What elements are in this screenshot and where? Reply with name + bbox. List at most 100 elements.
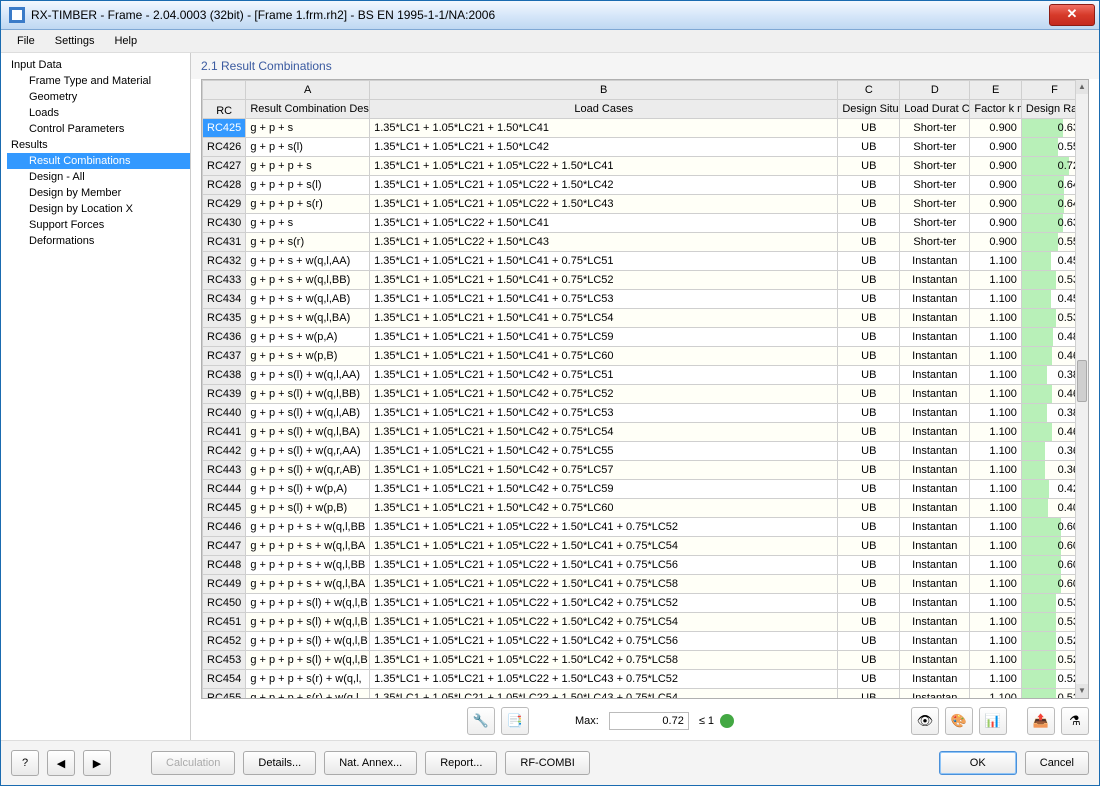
ldc-cell[interactable]: Instantan: [900, 461, 970, 480]
ldc-cell[interactable]: Instantan: [900, 252, 970, 271]
sit-cell[interactable]: UB: [838, 119, 900, 138]
ldc-cell[interactable]: Instantan: [900, 613, 970, 632]
ldc-cell[interactable]: Instantan: [900, 632, 970, 651]
nat-annex-button[interactable]: Nat. Annex...: [324, 751, 417, 775]
table-row[interactable]: RC433g + p + s + w(q,l,BB)1.35*LC1 + 1.0…: [203, 271, 1088, 290]
rc-cell[interactable]: RC427: [203, 157, 246, 176]
factor-cell[interactable]: 1.100: [970, 613, 1022, 632]
lc-cell[interactable]: 1.35*LC1 + 1.05*LC22 + 1.50*LC43: [370, 233, 838, 252]
sit-cell[interactable]: UB: [838, 556, 900, 575]
table-row[interactable]: RC448g + p + p + s + w(q,l,BB1.35*LC1 + …: [203, 556, 1088, 575]
rc-cell[interactable]: RC452: [203, 632, 246, 651]
close-button[interactable]: ✕: [1049, 4, 1095, 26]
rf-combi-button[interactable]: RF-COMBI: [505, 751, 589, 775]
col-letter-D[interactable]: D: [900, 81, 970, 100]
ldc-cell[interactable]: Instantan: [900, 689, 970, 700]
tree-item[interactable]: Geometry: [7, 89, 190, 105]
desc-cell[interactable]: g + p + p + s(r) + w(q,l,: [246, 670, 370, 689]
tree-item[interactable]: Result Combinations: [7, 153, 190, 169]
ldc-cell[interactable]: Instantan: [900, 366, 970, 385]
table-row[interactable]: RC453g + p + p + s(l) + w(q,l,B1.35*LC1 …: [203, 651, 1088, 670]
sit-cell[interactable]: UB: [838, 499, 900, 518]
tree-item[interactable]: Loads: [7, 105, 190, 121]
desc-cell[interactable]: g + p + s(l) + w(q,l,AB): [246, 404, 370, 423]
factor-cell[interactable]: 1.100: [970, 480, 1022, 499]
desc-cell[interactable]: g + p + s(l) + w(q,l,BA): [246, 423, 370, 442]
sit-cell[interactable]: UB: [838, 651, 900, 670]
factor-cell[interactable]: 1.100: [970, 556, 1022, 575]
lc-cell[interactable]: 1.35*LC1 + 1.05*LC21 + 1.50*LC41 + 0.75*…: [370, 290, 838, 309]
desc-cell[interactable]: g + p + s(l): [246, 138, 370, 157]
tree-item[interactable]: Design by Member: [7, 185, 190, 201]
rc-cell[interactable]: RC449: [203, 575, 246, 594]
col-fac[interactable]: Factor k mod: [970, 100, 1022, 119]
lc-cell[interactable]: 1.35*LC1 + 1.05*LC21 + 1.50*LC42 + 0.75*…: [370, 423, 838, 442]
lc-cell[interactable]: 1.35*LC1 + 1.05*LC21 + 1.50*LC42: [370, 138, 838, 157]
factor-cell[interactable]: 0.900: [970, 176, 1022, 195]
lc-cell[interactable]: 1.35*LC1 + 1.05*LC21 + 1.05*LC22 + 1.50*…: [370, 176, 838, 195]
ldc-cell[interactable]: Instantan: [900, 328, 970, 347]
sit-cell[interactable]: UB: [838, 480, 900, 499]
rc-cell[interactable]: RC450: [203, 594, 246, 613]
lc-cell[interactable]: 1.35*LC1 + 1.05*LC21 + 1.05*LC22 + 1.50*…: [370, 594, 838, 613]
sit-cell[interactable]: UB: [838, 613, 900, 632]
sit-cell[interactable]: UB: [838, 537, 900, 556]
ldc-cell[interactable]: Instantan: [900, 594, 970, 613]
tree-item[interactable]: Deformations: [7, 233, 190, 249]
sit-cell[interactable]: UB: [838, 328, 900, 347]
ldc-cell[interactable]: Instantan: [900, 347, 970, 366]
sit-cell[interactable]: UB: [838, 195, 900, 214]
lc-cell[interactable]: 1.35*LC1 + 1.05*LC21 + 1.50*LC42 + 0.75*…: [370, 461, 838, 480]
table-row[interactable]: RC432g + p + s + w(q,l,AA)1.35*LC1 + 1.0…: [203, 252, 1088, 271]
sit-cell[interactable]: UB: [838, 670, 900, 689]
ldc-cell[interactable]: Instantan: [900, 385, 970, 404]
ldc-cell[interactable]: Short-ter: [900, 176, 970, 195]
lc-cell[interactable]: 1.35*LC1 + 1.05*LC21 + 1.05*LC22 + 1.50*…: [370, 575, 838, 594]
lc-cell[interactable]: 1.35*LC1 + 1.05*LC21 + 1.50*LC42 + 0.75*…: [370, 480, 838, 499]
ldc-cell[interactable]: Short-ter: [900, 119, 970, 138]
rc-cell[interactable]: RC445: [203, 499, 246, 518]
tree-item[interactable]: Support Forces: [7, 217, 190, 233]
table-row[interactable]: RC437g + p + s + w(p,B)1.35*LC1 + 1.05*L…: [203, 347, 1088, 366]
rc-cell[interactable]: RC448: [203, 556, 246, 575]
lc-cell[interactable]: 1.35*LC1 + 1.05*LC21 + 1.50*LC41 + 0.75*…: [370, 347, 838, 366]
ldc-cell[interactable]: Short-ter: [900, 138, 970, 157]
desc-cell[interactable]: g + p + p + s(l) + w(q,l,B: [246, 651, 370, 670]
scroll-up-icon[interactable]: ▲: [1076, 80, 1088, 94]
sit-cell[interactable]: UB: [838, 632, 900, 651]
table-row[interactable]: RC451g + p + p + s(l) + w(q,l,B1.35*LC1 …: [203, 613, 1088, 632]
sit-cell[interactable]: UB: [838, 518, 900, 537]
rc-cell[interactable]: RC431: [203, 233, 246, 252]
rc-cell[interactable]: RC446: [203, 518, 246, 537]
sit-cell[interactable]: UB: [838, 442, 900, 461]
sit-cell[interactable]: UB: [838, 138, 900, 157]
desc-cell[interactable]: g + p + s(l) + w(q,l,AA): [246, 366, 370, 385]
sit-cell[interactable]: UB: [838, 290, 900, 309]
factor-cell[interactable]: 1.100: [970, 347, 1022, 366]
desc-cell[interactable]: g + p + s + w(q,l,BA): [246, 309, 370, 328]
desc-cell[interactable]: g + p + p + s + w(q,l,BA: [246, 575, 370, 594]
lc-cell[interactable]: 1.35*LC1 + 1.05*LC21 + 1.05*LC22 + 1.50*…: [370, 632, 838, 651]
ldc-cell[interactable]: Short-ter: [900, 195, 970, 214]
ldc-cell[interactable]: Short-ter: [900, 214, 970, 233]
rc-cell[interactable]: RC436: [203, 328, 246, 347]
ok-button[interactable]: OK: [939, 751, 1017, 775]
factor-cell[interactable]: 1.100: [970, 499, 1022, 518]
ldc-cell[interactable]: Instantan: [900, 271, 970, 290]
table-row[interactable]: RC436g + p + s + w(p,A)1.35*LC1 + 1.05*L…: [203, 328, 1088, 347]
table-row[interactable]: RC445g + p + s(l) + w(p,B)1.35*LC1 + 1.0…: [203, 499, 1088, 518]
col-sit[interactable]: Design Situation: [838, 100, 900, 119]
table-row[interactable]: RC450g + p + p + s(l) + w(q,l,B1.35*LC1 …: [203, 594, 1088, 613]
factor-cell[interactable]: 1.100: [970, 252, 1022, 271]
lc-cell[interactable]: 1.35*LC1 + 1.05*LC21 + 1.05*LC22 + 1.50*…: [370, 670, 838, 689]
lc-cell[interactable]: 1.35*LC1 + 1.05*LC21 + 1.50*LC42 + 0.75*…: [370, 385, 838, 404]
table-row[interactable]: RC440g + p + s(l) + w(q,l,AB)1.35*LC1 + …: [203, 404, 1088, 423]
rc-cell[interactable]: RC437: [203, 347, 246, 366]
factor-cell[interactable]: 1.100: [970, 328, 1022, 347]
ldc-cell[interactable]: Instantan: [900, 518, 970, 537]
lc-cell[interactable]: 1.35*LC1 + 1.05*LC21 + 1.05*LC22 + 1.50*…: [370, 613, 838, 632]
col-lc[interactable]: Load Cases: [370, 100, 838, 119]
rc-cell[interactable]: RC440: [203, 404, 246, 423]
desc-cell[interactable]: g + p + p + s(l) + w(q,l,B: [246, 594, 370, 613]
factor-cell[interactable]: 0.900: [970, 157, 1022, 176]
